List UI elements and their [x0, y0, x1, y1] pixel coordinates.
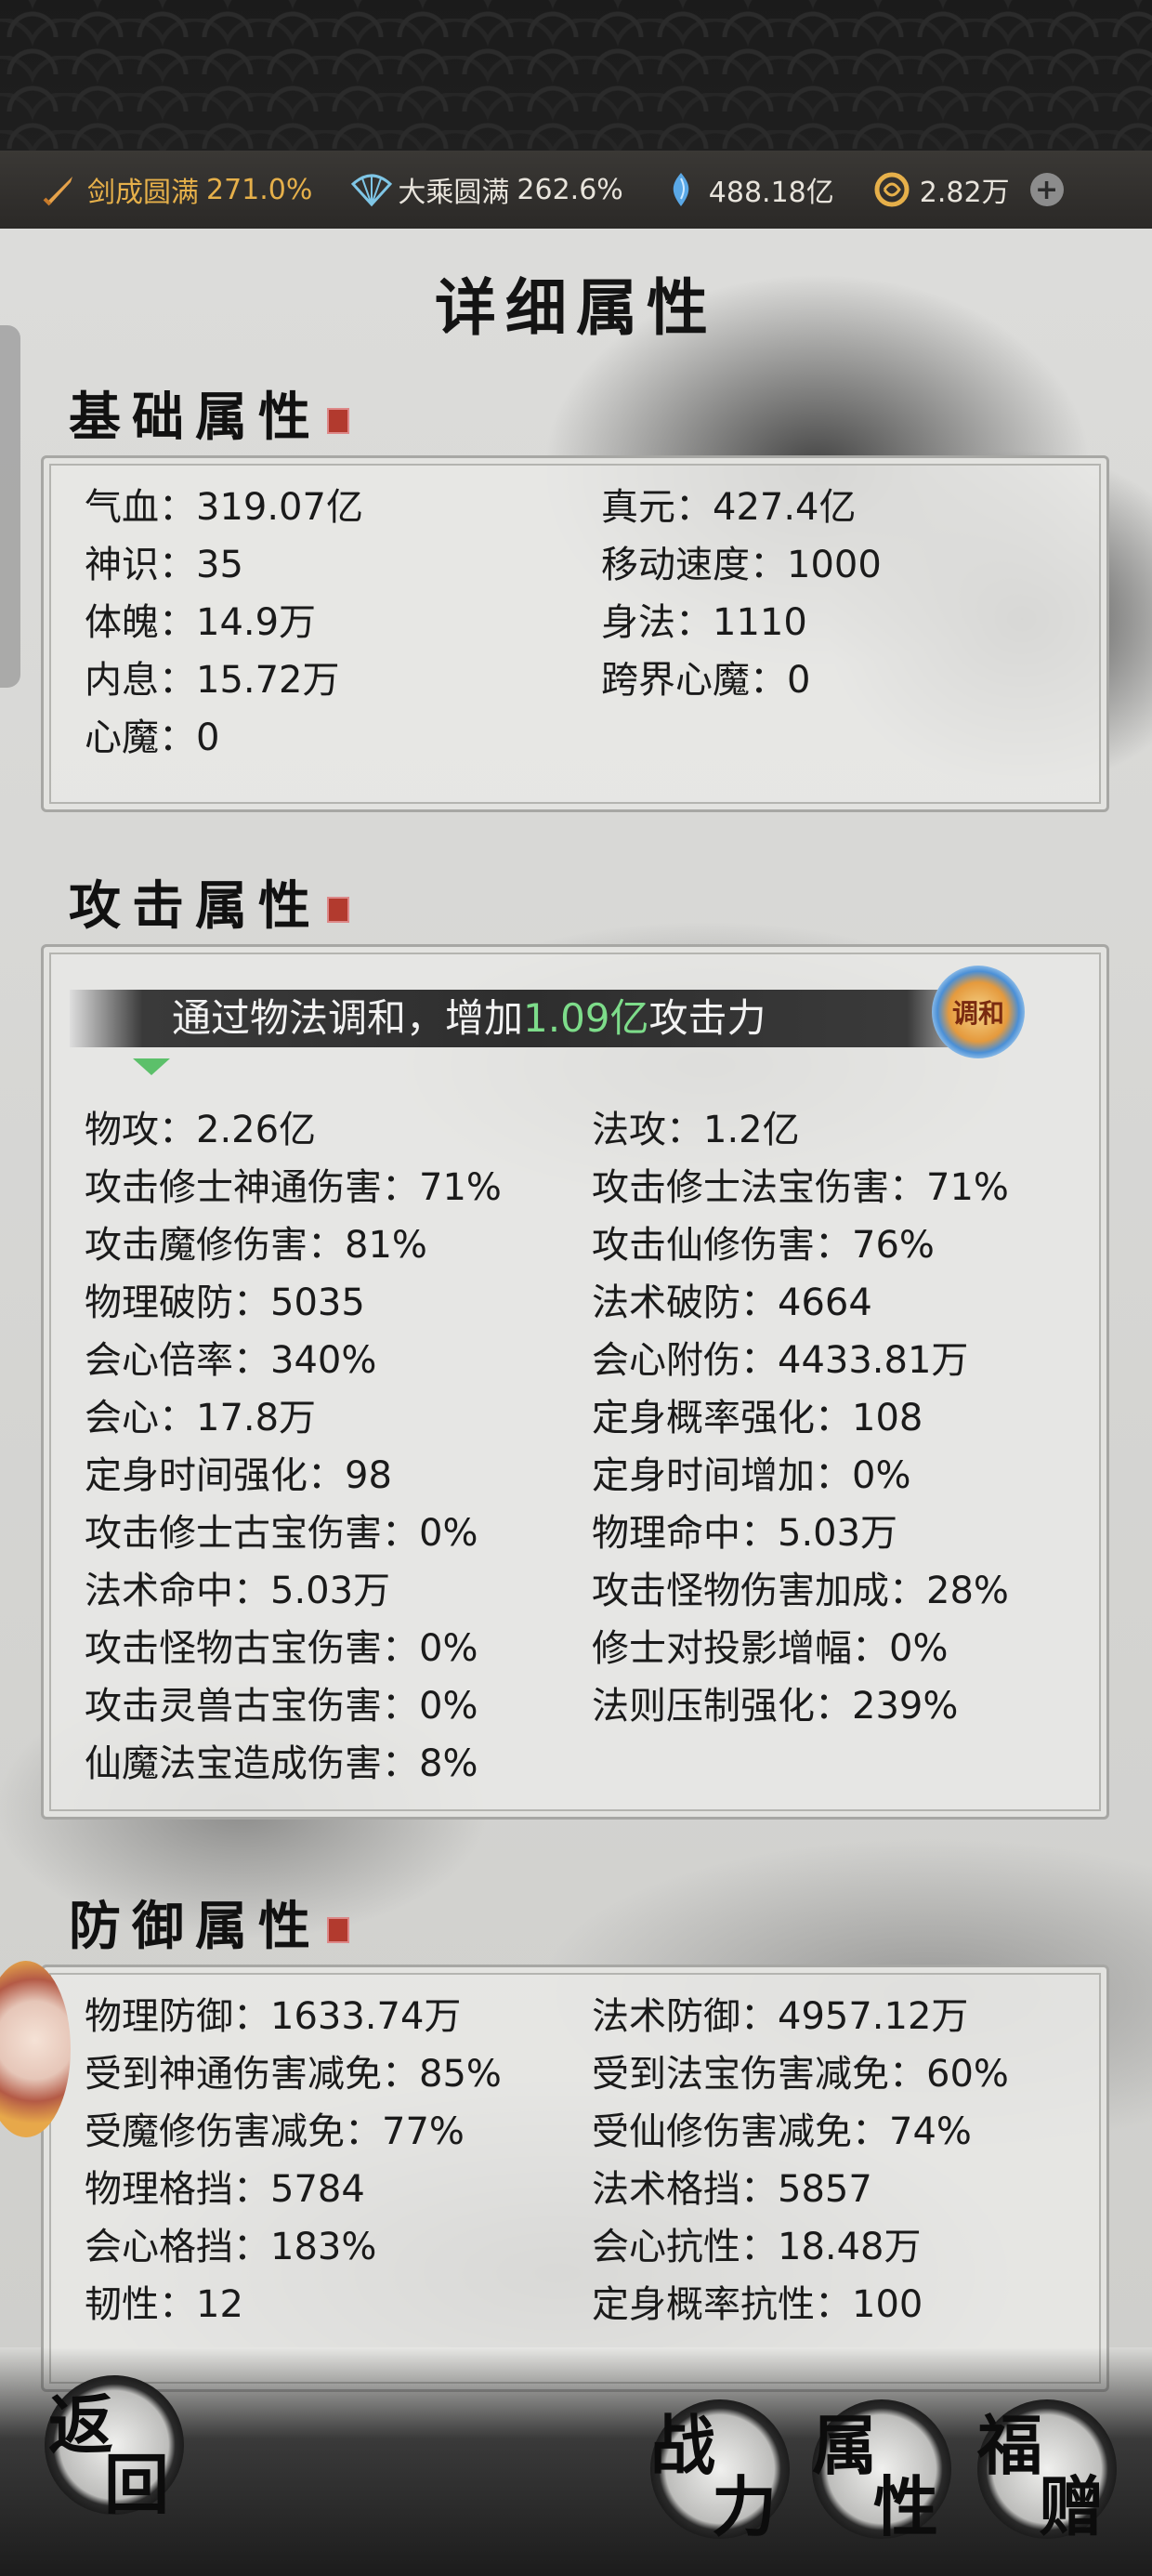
basic-section-title: 基础属性 — [69, 375, 349, 451]
gift-char-1: 福 — [977, 2407, 1042, 2484]
stat-item: 受仙修伤害减免：74% — [592, 2110, 972, 2153]
stat-item: 物理格挡：5784 — [85, 2168, 365, 2211]
stat-item: 跨界心魔：0 — [601, 659, 811, 702]
stat-item: 真元：427.4亿 — [601, 486, 857, 529]
stat-item: 攻击怪物古宝伤害：0% — [85, 1627, 478, 1670]
harmony-banner-suffix: 攻击力 — [648, 995, 766, 1041]
currency-sword-label: 剑成圆满 — [87, 177, 199, 209]
attack-section-label: 攻击属性 — [69, 875, 321, 937]
stat-item: 物理破防：5035 — [85, 1281, 365, 1324]
power-char-1: 战 — [650, 2407, 715, 2484]
gift-button[interactable]: 福 赠 — [977, 2399, 1117, 2545]
stat-item: 受到神通伤害减免：85% — [85, 2053, 502, 2096]
harmony-button[interactable]: 调和 — [932, 966, 1025, 1058]
stat-item: 气血：319.07亿 — [85, 486, 363, 529]
stat-item: 会心：17.8万 — [85, 1397, 317, 1439]
bottom-nav: 返 回 战 力 属 性 福 赠 — [0, 2347, 1152, 2576]
stat-item: 物攻：2.26亿 — [85, 1109, 317, 1151]
stat-item: 定身概率抗性：100 — [592, 2283, 923, 2326]
power-char-2: 力 — [712, 2468, 777, 2545]
stat-item: 身法：1110 — [601, 601, 807, 644]
stat-item: 法术破防：4664 — [592, 1281, 872, 1324]
harmony-banner: 通过物法调和，增加1.09亿攻击力 — [70, 990, 980, 1047]
stat-item: 修士对投影增幅：0% — [592, 1627, 949, 1670]
spirit-stone-icon — [662, 171, 700, 208]
attack-section-title: 攻击属性 — [69, 864, 349, 940]
attr-char-2: 性 — [873, 2468, 938, 2545]
currency-spirit-stone-value: 488.18亿 — [708, 177, 834, 209]
currency-fan-value: 262.6% — [517, 173, 623, 206]
stat-item: 物理命中：5.03万 — [592, 1512, 898, 1555]
attr-char-1: 属 — [812, 2407, 877, 2484]
stat-item: 攻击修士古宝伤害：0% — [85, 1512, 478, 1555]
currency-coin: 2.82万 — [873, 169, 1010, 210]
coin-icon — [873, 171, 910, 208]
defense-section-title: 防御属性 — [69, 1885, 349, 1960]
gift-char-2: 赠 — [1039, 2468, 1104, 2545]
back-char-2: 回 — [104, 2446, 169, 2523]
stat-item: 物理防御：1633.74万 — [85, 1995, 462, 2038]
stat-item: 韧性：12 — [85, 2283, 243, 2326]
currency-fan: 大乘圆满 262.6% — [351, 169, 623, 210]
stat-item: 受到法宝伤害减免：60% — [592, 2053, 1009, 2096]
stat-item: 心魔：0 — [85, 716, 220, 759]
stat-item: 法攻：1.2亿 — [592, 1109, 800, 1151]
stat-item: 法则压制强化：239% — [592, 1685, 959, 1728]
stat-item: 定身时间强化：98 — [85, 1454, 392, 1497]
stat-item: 会心格挡：183% — [85, 2226, 377, 2268]
fan-icon — [351, 171, 393, 208]
stat-item: 体魄：14.9万 — [85, 601, 317, 644]
page-title: 详细属性 — [435, 271, 717, 344]
stat-item: 定身时间增加：0% — [592, 1454, 911, 1497]
harmony-banner-prefix: 通过物法调和，增加 — [172, 995, 524, 1041]
attack-panel: 通过物法调和，增加1.09亿攻击力 调和 物攻：2.26亿攻击修士神通伤害：71… — [41, 944, 1109, 1820]
seal-icon — [327, 1917, 349, 1944]
stat-item: 攻击灵兽古宝伤害：0% — [85, 1685, 478, 1728]
stat-item: 攻击修士神通伤害：71% — [85, 1166, 502, 1209]
stat-item: 攻击魔修伤害：81% — [85, 1224, 427, 1267]
stat-item: 攻击仙修伤害：76% — [592, 1224, 935, 1267]
defense-panel: 物理防御：1633.74万 受到神通伤害减免：85% 受魔修伤害减免：77% 物理格挡… — [41, 1965, 1109, 2392]
defense-section-label: 防御属性 — [69, 1896, 321, 1957]
top-decor-band — [0, 0, 1152, 151]
harmony-banner-value: 1.09亿 — [523, 995, 649, 1041]
add-currency-button[interactable]: + — [1029, 173, 1064, 206]
stat-item: 仙魔法宝造成伤害：8% — [85, 1742, 478, 1785]
back-button[interactable]: 返 回 — [45, 2375, 184, 2523]
stat-item: 法术防御：4957.12万 — [592, 1995, 969, 2038]
currency-sword-value: 271.0% — [206, 173, 313, 206]
stat-item: 法术命中：5.03万 — [85, 1570, 391, 1612]
basic-section-label: 基础属性 — [69, 387, 321, 448]
seal-icon — [327, 897, 349, 924]
currency-coin-value: 2.82万 — [919, 177, 1010, 209]
stat-item: 会心抗性：18.48万 — [592, 2226, 922, 2268]
currency-bar: 剑成圆满 271.0% 大乘圆满 262.6% 488.18亿 2.82万 + — [0, 151, 1152, 229]
stat-item: 会心倍率：340% — [85, 1339, 377, 1382]
stat-item: 受魔修伤害减免：77% — [85, 2110, 465, 2153]
stat-item: 移动速度：1000 — [601, 544, 882, 586]
currency-fan-label: 大乘圆满 — [398, 177, 510, 209]
side-drawer-handle[interactable] — [0, 325, 20, 688]
currency-sword: 剑成圆满 271.0% — [41, 169, 312, 210]
seal-icon — [327, 408, 349, 435]
stat-item: 神识：35 — [85, 544, 243, 586]
attributes-button[interactable]: 属 性 — [812, 2399, 951, 2545]
basic-panel: 气血：319.07亿 神识：35 体魄：14.9万 内息：15.72万 心魔：0 真元：4… — [41, 455, 1109, 812]
stat-item: 定身概率强化：108 — [592, 1397, 923, 1439]
currency-spirit-stone: 488.18亿 — [662, 169, 834, 210]
stat-item: 攻击修士法宝伤害：71% — [592, 1166, 1009, 1209]
down-arrow-icon — [133, 1058, 170, 1075]
stat-item: 会心附伤：4433.81万 — [592, 1339, 969, 1382]
stat-item: 攻击怪物伤害加成：28% — [592, 1570, 1009, 1612]
power-button[interactable]: 战 力 — [650, 2399, 790, 2545]
stat-item: 内息：15.72万 — [85, 659, 340, 702]
stat-item: 法术格挡：5857 — [592, 2168, 872, 2211]
sword-icon — [41, 171, 78, 208]
